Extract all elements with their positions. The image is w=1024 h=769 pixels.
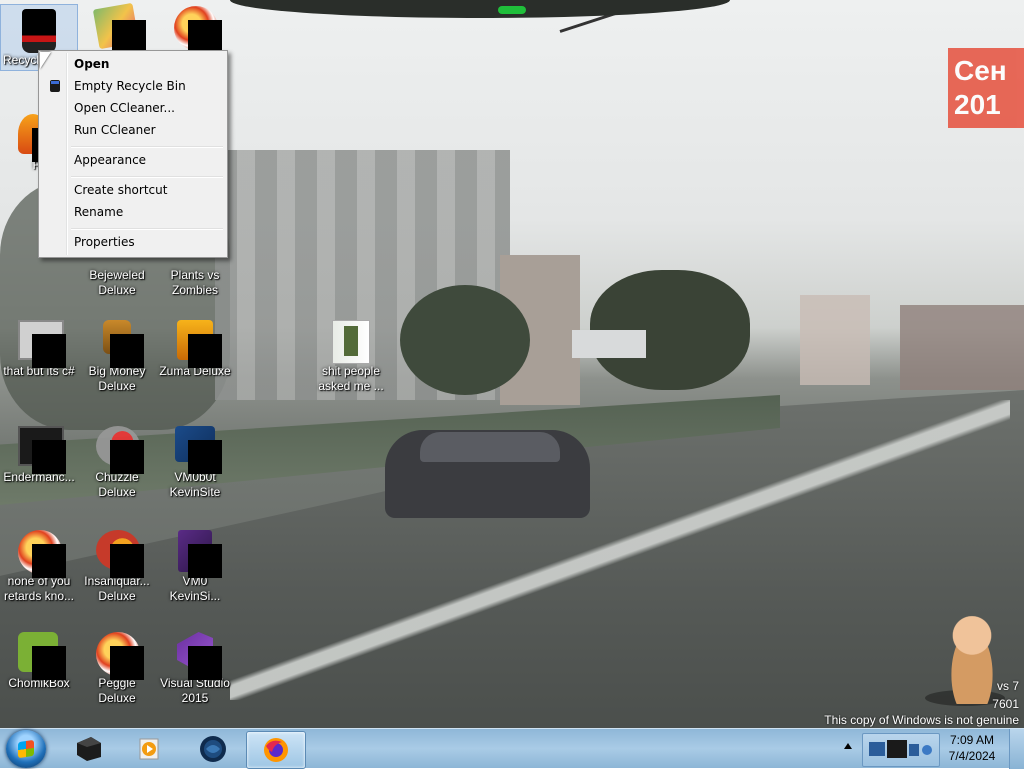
desktop-icon-label: Big Money Deluxe <box>88 364 146 393</box>
desktop-icon-endermanc[interactable]: Endermanc... <box>0 426 78 485</box>
desktop-icon-insaniquarium[interactable]: Insaniquar... Deluxe <box>78 530 156 604</box>
redaction-box <box>110 334 144 368</box>
wallpaper-building <box>800 295 870 385</box>
desktop-icon-label: Insaniquar... Deluxe <box>84 574 150 603</box>
menu-item-properties[interactable]: Properties <box>41 232 223 252</box>
wallpaper-tree <box>400 285 530 395</box>
desktop-icon-label: Chuzzle Deluxe <box>95 470 139 499</box>
desktop-icon-label: VM0b0t KevinSite <box>169 470 221 499</box>
menu-item-label: Create shortcut <box>74 183 168 197</box>
taskbar-media-player[interactable] <box>120 731 178 767</box>
desktop-icon-big-money[interactable]: Big Money Deluxe <box>78 320 156 394</box>
start-button[interactable] <box>6 730 46 768</box>
taskbar-app-3[interactable] <box>184 731 242 767</box>
redaction-box <box>32 646 66 680</box>
tray-icons-group[interactable] <box>862 733 940 767</box>
tray-icons <box>869 740 932 758</box>
desktop-icon-label: Plants vs Zombies <box>170 268 220 297</box>
redaction-box <box>32 334 66 368</box>
redaction-box <box>110 440 144 474</box>
wallpaper-building <box>900 305 1024 390</box>
redaction-box <box>32 544 66 578</box>
menu-item-label: Open <box>74 57 110 71</box>
wallpaper-top-bar <box>230 0 730 18</box>
menu-item-create-shortcut[interactable]: Create shortcut <box>41 180 223 200</box>
recycle-bin-icon <box>49 79 61 93</box>
menu-separator <box>71 176 223 178</box>
wallpaper-sign: Сен 201 <box>948 48 1024 128</box>
desktop-icon-label: VM0 KevinSi... <box>169 574 221 603</box>
redaction-box <box>188 646 222 680</box>
desktop-icon-chomikbox[interactable]: ChomikBox <box>0 632 78 691</box>
desktop-icon-zuma[interactable]: Zuma Deluxe <box>156 320 234 379</box>
wallpaper-billboard <box>572 330 646 358</box>
menu-item-label: Rename <box>74 205 124 219</box>
menu-item-rename[interactable]: Rename <box>41 202 223 222</box>
watermark-line: 7601 <box>992 697 1019 711</box>
redaction-box <box>110 544 144 578</box>
desktop-icon-visual-studio[interactable]: Visual Studio 2015 <box>156 632 234 706</box>
redaction-box <box>188 334 222 368</box>
dark-box-icon <box>75 735 103 763</box>
menu-item-empty-recycle-bin[interactable]: Empty Recycle Bin <box>41 76 223 96</box>
taskbar-firefox[interactable] <box>246 731 306 769</box>
menu-item-label: Appearance <box>74 153 147 167</box>
menu-item-run-ccleaner[interactable]: Run CCleaner <box>41 120 223 140</box>
desktop-icon-orb[interactable] <box>156 6 234 54</box>
menu-item-open[interactable]: Open <box>41 54 223 74</box>
desktop-icon-label: Recycle Bin <box>3 53 39 67</box>
desktop-icon-chuzzle[interactable]: Chuzzle Deluxe <box>78 426 156 500</box>
menu-item-label: Properties <box>74 235 135 249</box>
desktop-icon-peggle[interactable]: Peggle Deluxe <box>78 632 156 706</box>
redaction-box <box>112 20 146 54</box>
wallpaper-road-stripe <box>230 400 1010 700</box>
hamster-mascot[interactable] <box>940 606 1004 704</box>
menu-separator <box>71 146 223 148</box>
desktop-icon-vm0-kevinsi[interactable]: VM0 KevinSi... <box>156 530 234 604</box>
menu-item-label: Empty Recycle Bin <box>74 79 186 93</box>
clock-time: 7:09 AM <box>949 733 995 747</box>
watermark-not-genuine: This copy of Windows is not genuine <box>824 713 1019 727</box>
desktop-icon-label: Peggle Deluxe <box>98 676 136 705</box>
wallpaper-top-dots <box>498 6 526 14</box>
system-tray: 7:09 AM 7/4/2024 <box>838 729 1024 769</box>
redaction-box <box>32 440 66 474</box>
redaction-box <box>188 440 222 474</box>
wallpaper-car-window <box>420 432 560 462</box>
media-player-icon <box>135 735 163 763</box>
menu-item-label: Run CCleaner <box>74 123 156 137</box>
show-hidden-icons-icon[interactable] <box>844 743 852 749</box>
desktop-icon-folder[interactable] <box>78 2 156 54</box>
desktop-icon-label: shit people asked me ... <box>318 364 384 393</box>
menu-item-appearance[interactable]: Appearance <box>41 150 223 170</box>
context-menu: Open Empty Recycle Bin Open CCleaner... … <box>38 50 228 258</box>
desktop-icon-shit-people[interactable]: shit people asked me ... <box>312 320 390 394</box>
watermark-line: vs 7 <box>996 679 1019 693</box>
desktop-icon-label: Visual Studio 2015 <box>160 676 230 705</box>
menu-separator <box>71 228 223 230</box>
redaction-box <box>110 646 144 680</box>
mouse-cursor-icon <box>40 52 51 69</box>
globe-icon <box>199 735 227 763</box>
desktop-icon-label: Bejeweled Deluxe <box>89 268 145 297</box>
taskbar-clock[interactable]: 7:09 AM 7/4/2024 <box>940 732 1004 764</box>
menu-item-open-ccleaner[interactable]: Open CCleaner... <box>41 98 223 118</box>
desktop-icon-that-but-its-csharp[interactable]: that but its c# <box>0 320 78 379</box>
taskbar: 7:09 AM 7/4/2024 <box>0 728 1024 769</box>
desktop-icon-vm0b0t[interactable]: VM0b0t KevinSite <box>156 426 234 500</box>
windows-logo-icon <box>18 739 34 759</box>
redaction-box <box>188 544 222 578</box>
menu-item-label: Open CCleaner... <box>74 101 175 115</box>
desktop-icon-none-of-you[interactable]: none of you retards kno... <box>0 530 78 604</box>
show-desktop-button[interactable] <box>1009 729 1024 769</box>
firefox-icon <box>262 736 290 764</box>
redaction-box <box>188 20 222 54</box>
taskbar-app-1[interactable] <box>60 731 118 767</box>
desktop-icon-label: none of you retards kno... <box>3 574 75 603</box>
clock-date: 7/4/2024 <box>948 749 996 763</box>
folder-icon <box>332 320 370 364</box>
recycle-bin-icon <box>22 9 56 53</box>
